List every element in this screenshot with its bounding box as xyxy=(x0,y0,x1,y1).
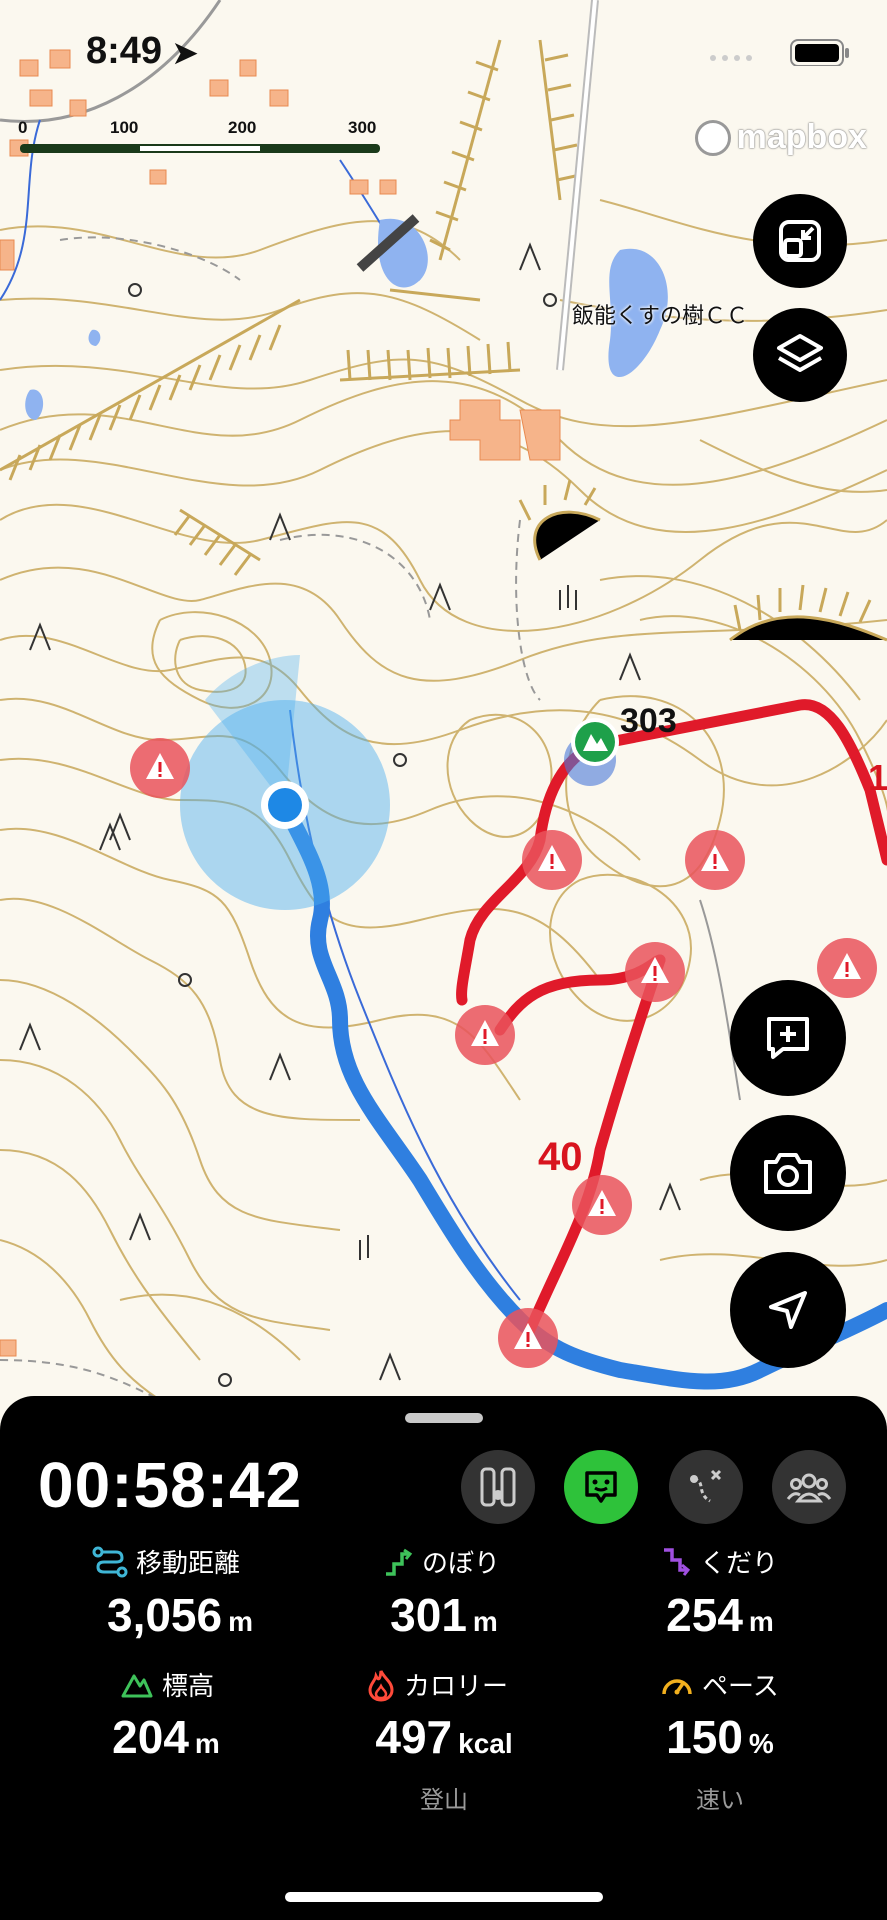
layers-icon xyxy=(777,334,823,372)
stat-calories-label-text: カロリー xyxy=(404,1672,509,1702)
face-icon xyxy=(585,1471,617,1503)
stat-calories-number: 497 xyxy=(375,1711,453,1763)
mapbox-attribution: mapbox xyxy=(694,118,867,157)
location-arrow-icon: ➤ xyxy=(172,37,198,70)
home-indicator[interactable] xyxy=(285,1892,603,1902)
add-comment-button[interactable] xyxy=(730,980,846,1096)
stat-pace-value: 150% xyxy=(600,1710,840,1764)
stat-calories-activity: 登山 xyxy=(420,1786,468,1814)
add-comment-icon xyxy=(767,1017,809,1059)
descent-icon xyxy=(664,1547,691,1576)
stat-elevation-unit: m xyxy=(194,1728,220,1759)
stat-elevation-number: 204 xyxy=(112,1711,189,1763)
summit-elevation-label: 303 xyxy=(620,702,677,740)
mountain-icon xyxy=(121,1674,153,1697)
route-distance-icon xyxy=(92,1546,128,1577)
stat-elevation-label: 標高 xyxy=(120,1666,214,1703)
stat-descent-label: くだり xyxy=(660,1543,778,1580)
stat-pace-label: ペース xyxy=(660,1666,779,1703)
stat-pace-number: 150 xyxy=(666,1711,743,1763)
elapsed-timer: 00:58:42 xyxy=(38,1449,303,1521)
route-icon xyxy=(690,1469,722,1503)
sheet-drag-handle[interactable] xyxy=(405,1413,483,1423)
stat-calories-value: 497 kcal xyxy=(324,1710,564,1764)
stat-pace-rating: 速い xyxy=(696,1786,744,1814)
route-mode-button[interactable] xyxy=(669,1450,743,1524)
ascent-icon xyxy=(386,1548,413,1576)
stat-distance-number: 3,056 xyxy=(106,1589,223,1641)
scale-label-0: 0 xyxy=(18,118,28,137)
camera-button[interactable] xyxy=(730,1115,846,1231)
place-label: 飯能くすの樹ＣＣ xyxy=(572,304,749,329)
stat-elevation-value: 204 m xyxy=(46,1710,286,1764)
stat-pace-unit: % xyxy=(748,1728,774,1759)
stat-ascent-label-text: のぼり xyxy=(422,1549,501,1579)
stat-descent-value: 254 m xyxy=(600,1588,840,1642)
stat-distance-value: 3,056 m xyxy=(60,1588,300,1642)
stat-descent-unit: m xyxy=(748,1606,774,1637)
mapbox-logo-icon xyxy=(694,119,731,156)
route-number-fragment: 1 xyxy=(868,757,887,798)
status-time: 8:49 ➤ xyxy=(86,30,198,73)
camera-icon xyxy=(764,1153,812,1194)
group-mode-button[interactable] xyxy=(772,1450,846,1524)
stat-ascent-label: のぼり xyxy=(382,1543,500,1580)
distance-marker-label: 40 xyxy=(538,1135,583,1179)
layers-button[interactable] xyxy=(753,308,847,402)
stat-ascent-value: 301 m xyxy=(324,1588,564,1642)
stat-ascent-number: 301 xyxy=(390,1589,467,1641)
stat-calories-unit: kcal xyxy=(458,1728,513,1759)
stat-distance-label: 移動距離 xyxy=(92,1543,240,1580)
mapbox-text: mapbox xyxy=(736,118,867,156)
battery-icon xyxy=(790,39,849,67)
exit-fullscreen-icon xyxy=(779,220,821,262)
stat-ascent-unit: m xyxy=(472,1606,498,1637)
signal-icon xyxy=(710,55,752,61)
flame-icon xyxy=(368,1667,394,1702)
exit-fullscreen-button[interactable] xyxy=(753,194,847,288)
stat-descent-label-text: くだり xyxy=(700,1549,779,1579)
stat-calories-label: カロリー xyxy=(366,1666,508,1703)
speedometer-icon xyxy=(662,1678,692,1694)
gear-mode-button[interactable] xyxy=(461,1450,535,1524)
group-icon xyxy=(786,1473,832,1503)
stat-elevation-label-text: 標高 xyxy=(162,1672,215,1702)
summit-marker[interactable] xyxy=(571,718,619,766)
stat-distance-label-text: 移動距離 xyxy=(136,1549,241,1579)
stat-descent-number: 254 xyxy=(666,1589,743,1641)
face-mode-button[interactable] xyxy=(564,1450,638,1524)
stat-pace-label-text: ペース xyxy=(702,1672,779,1702)
locate-arrow-icon xyxy=(769,1291,807,1329)
status-time-text: 8:49 xyxy=(86,30,163,72)
locate-button[interactable] xyxy=(730,1252,846,1368)
stat-distance-unit: m xyxy=(228,1606,254,1637)
status-icons xyxy=(705,36,855,70)
hiking-gear-icon xyxy=(480,1467,516,1507)
